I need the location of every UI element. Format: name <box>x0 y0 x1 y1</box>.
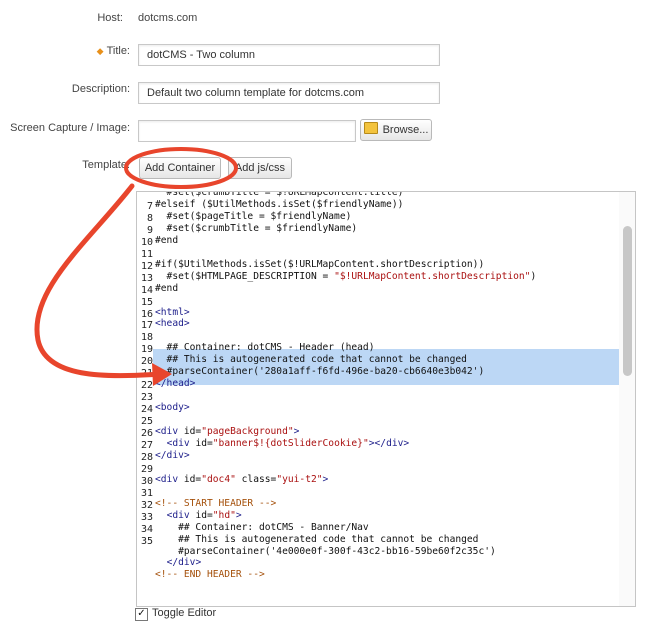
code-line: #if($UtilMethods.isSet($!URLMapContent.s… <box>155 258 485 270</box>
line-number: 10 <box>140 236 153 248</box>
line-number: 23 <box>140 392 153 404</box>
code-line: #set($pageTitle = $friendlyName) <box>155 210 352 222</box>
code-line: ## Container: dotCMS - Banner/Nav <box>155 521 369 533</box>
browse-button-label: Browse... <box>382 124 429 136</box>
code-line: <div id="banner$!{dotSliderCookie}"></di… <box>166 437 410 449</box>
line-number: 7 <box>146 200 153 212</box>
folder-icon <box>363 122 378 134</box>
description-field[interactable]: Default two column template for dotcms.c… <box>138 82 440 104</box>
line-number: 34 <box>140 523 153 535</box>
code-line: #parseContainer('4e000e0f-300f-43c2-bb16… <box>155 545 496 557</box>
line-number: 35 <box>140 535 153 547</box>
line-number: 18 <box>140 332 153 344</box>
line-number: 17 <box>140 320 153 332</box>
code-line: #end <box>155 234 179 246</box>
line-number: 24 <box>140 404 153 416</box>
add-container-button[interactable]: Add Container <box>139 157 221 179</box>
code-line: <html> <box>155 306 190 318</box>
template-code-editor[interactable]: 7 8 9 10 11 12 13 14 15 16 17 18 19 20 21 22 23 24 25 26 27 2… <box>136 191 636 607</box>
code-line: ## This is autogenerated code that canno… <box>155 533 479 545</box>
template-label: Template: <box>82 159 130 171</box>
line-number: 27 <box>140 439 153 451</box>
host-label: Host: <box>97 12 123 24</box>
line-number: 15 <box>140 296 153 308</box>
code-line: #set($HTMLPAGE_DESCRIPTION = "$!URLMapCo… <box>155 270 537 282</box>
code-line: <div id="pageBackground"> <box>155 426 300 437</box>
add-jscss-button[interactable]: Add js/css <box>228 157 292 179</box>
screen-capture-file-input[interactable] <box>138 120 356 142</box>
code-area[interactable]: #set($crumbTitle = $!URLMapContent.title… <box>153 192 619 606</box>
line-number: 25 <box>140 416 153 428</box>
code-line: #end <box>155 282 179 294</box>
title-label-text: Title: <box>106 45 130 57</box>
code-line: <!-- END HEADER --> <box>155 569 265 581</box>
code-line: #set($crumbTitle = $!URLMapContent.title… <box>155 191 404 198</box>
code-line: <div id="doc4" class="yui-t2"> <box>155 473 329 485</box>
line-number: 33 <box>140 511 153 523</box>
code-line: <head> <box>155 318 190 330</box>
code-line: </div> <box>166 557 202 569</box>
line-number: 11 <box>140 248 153 260</box>
line-number-gutter: 7 8 9 10 11 12 13 14 15 16 17 18 19 20 21 22 23 24 25 26 27 2… <box>137 192 153 606</box>
code-line: #parseContainer('280a1aff-f6fd-496e-ba20… <box>155 366 485 378</box>
line-number: 12 <box>140 260 153 272</box>
code-line: #set($crumbTitle = $friendlyName) <box>155 222 358 234</box>
code-line: <div id="hd"> <box>166 509 242 521</box>
line-number: 20 <box>140 356 153 368</box>
required-indicator-icon: ◆ <box>96 46 104 56</box>
line-number: 26 <box>140 428 153 439</box>
line-number: 19 <box>140 344 153 356</box>
title-label: ◆ Title: <box>40 45 130 57</box>
toggle-editor-label: Toggle Editor <box>152 607 217 619</box>
code-line: </head> <box>155 378 196 390</box>
browse-button[interactable]: Browse... <box>360 119 432 141</box>
line-number: 13 <box>140 272 153 284</box>
code-line: ## This is autogenerated code that canno… <box>155 354 467 366</box>
line-number: 29 <box>140 463 153 475</box>
line-number: 32 <box>140 499 153 511</box>
editor-scrollbar[interactable] <box>619 192 635 606</box>
line-number: 16 <box>140 308 153 320</box>
description-label: Description: <box>71 83 130 95</box>
line-number: 31 <box>140 487 153 499</box>
line-number: 8 <box>146 212 153 224</box>
code-line: <!-- START HEADER --> <box>155 497 277 509</box>
title-field[interactable]: dotCMS - Two column <box>138 44 440 66</box>
line-number: 21 <box>140 368 153 380</box>
line-number: 14 <box>140 284 153 296</box>
code-line: ## Container: dotCMS - Header (head) <box>155 342 375 354</box>
line-number: 22 <box>140 380 153 392</box>
code-line: <body> <box>155 402 190 414</box>
line-number: 30 <box>140 475 153 487</box>
scrollbar-thumb[interactable] <box>623 226 632 376</box>
line-number: 9 <box>146 224 153 236</box>
screen-capture-label: Screen Capture / Image: <box>10 122 130 134</box>
code-line: #elseif ($UtilMethods.isSet($friendlyNam… <box>155 198 404 210</box>
host-value: dotcms.com <box>138 12 198 24</box>
code-line: </div> <box>155 449 190 461</box>
line-number: 28 <box>140 451 153 463</box>
toggle-editor-checkbox[interactable]: ✓ <box>135 608 148 621</box>
